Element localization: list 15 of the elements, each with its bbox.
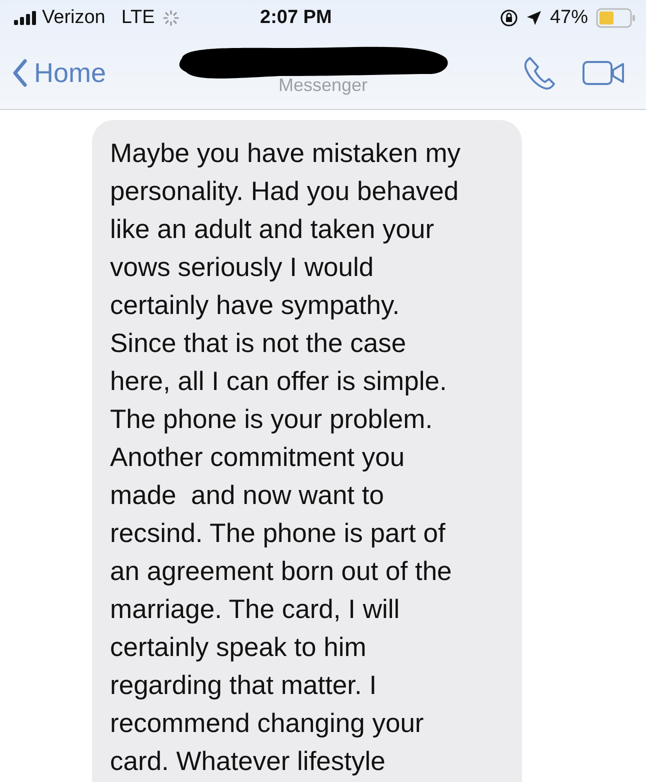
phone-call-icon[interactable] bbox=[522, 55, 558, 91]
activity-spinner-icon bbox=[162, 10, 179, 26]
status-time: 2:07 PM bbox=[260, 6, 332, 30]
back-button[interactable]: Home bbox=[12, 52, 106, 94]
location-arrow-icon bbox=[526, 10, 542, 26]
message-bubble: Maybe you have mistaken my personality. Had you behaved like an adult and taken your vows seriously I would certainly have sympathy. Since that is not the case here, all I can offer is simple. The phone is your problem. Another commitment you made and now want to recsind. The phone is part of an agreement born out of the marriage. The card, I will certainly speak to him regarding that matter. I recommend changing your card. Whatever lifestyle bbox=[92, 120, 522, 782]
carrier-name: Verizon bbox=[42, 6, 106, 30]
network-type: LTE bbox=[121, 6, 155, 30]
battery-percentage: 47% bbox=[550, 6, 588, 30]
video-call-icon[interactable] bbox=[582, 59, 626, 87]
battery-icon bbox=[596, 8, 636, 28]
rotation-lock-icon bbox=[500, 9, 518, 27]
signal-icon bbox=[14, 11, 38, 25]
chevron-left-icon bbox=[12, 59, 28, 87]
conversation-subtitle: Messenger bbox=[278, 74, 368, 97]
